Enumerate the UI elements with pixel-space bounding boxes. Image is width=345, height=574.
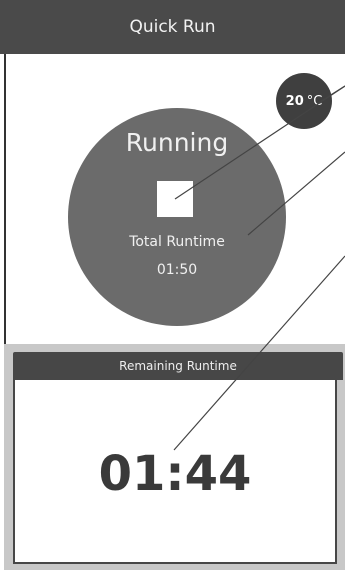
remaining-runtime-label: Remaining Runtime bbox=[119, 359, 237, 373]
temperature-value: 20 bbox=[285, 93, 304, 109]
stop-button[interactable] bbox=[157, 181, 193, 217]
remaining-runtime-header: Remaining Runtime bbox=[13, 352, 343, 380]
temperature-unit: °C bbox=[306, 93, 323, 109]
title-bar: Quick Run bbox=[0, 0, 345, 54]
screen: Quick Run 20 °C Running Total Runtime 01… bbox=[0, 0, 345, 574]
run-status-label: Running bbox=[125, 128, 229, 157]
page-title: Quick Run bbox=[129, 17, 216, 37]
total-runtime-value: 01:50 bbox=[156, 262, 198, 278]
temperature-badge: 20 °C bbox=[276, 73, 332, 129]
total-runtime-label: Total Runtime bbox=[129, 234, 225, 250]
remaining-runtime-value: 01:44 bbox=[98, 446, 252, 502]
